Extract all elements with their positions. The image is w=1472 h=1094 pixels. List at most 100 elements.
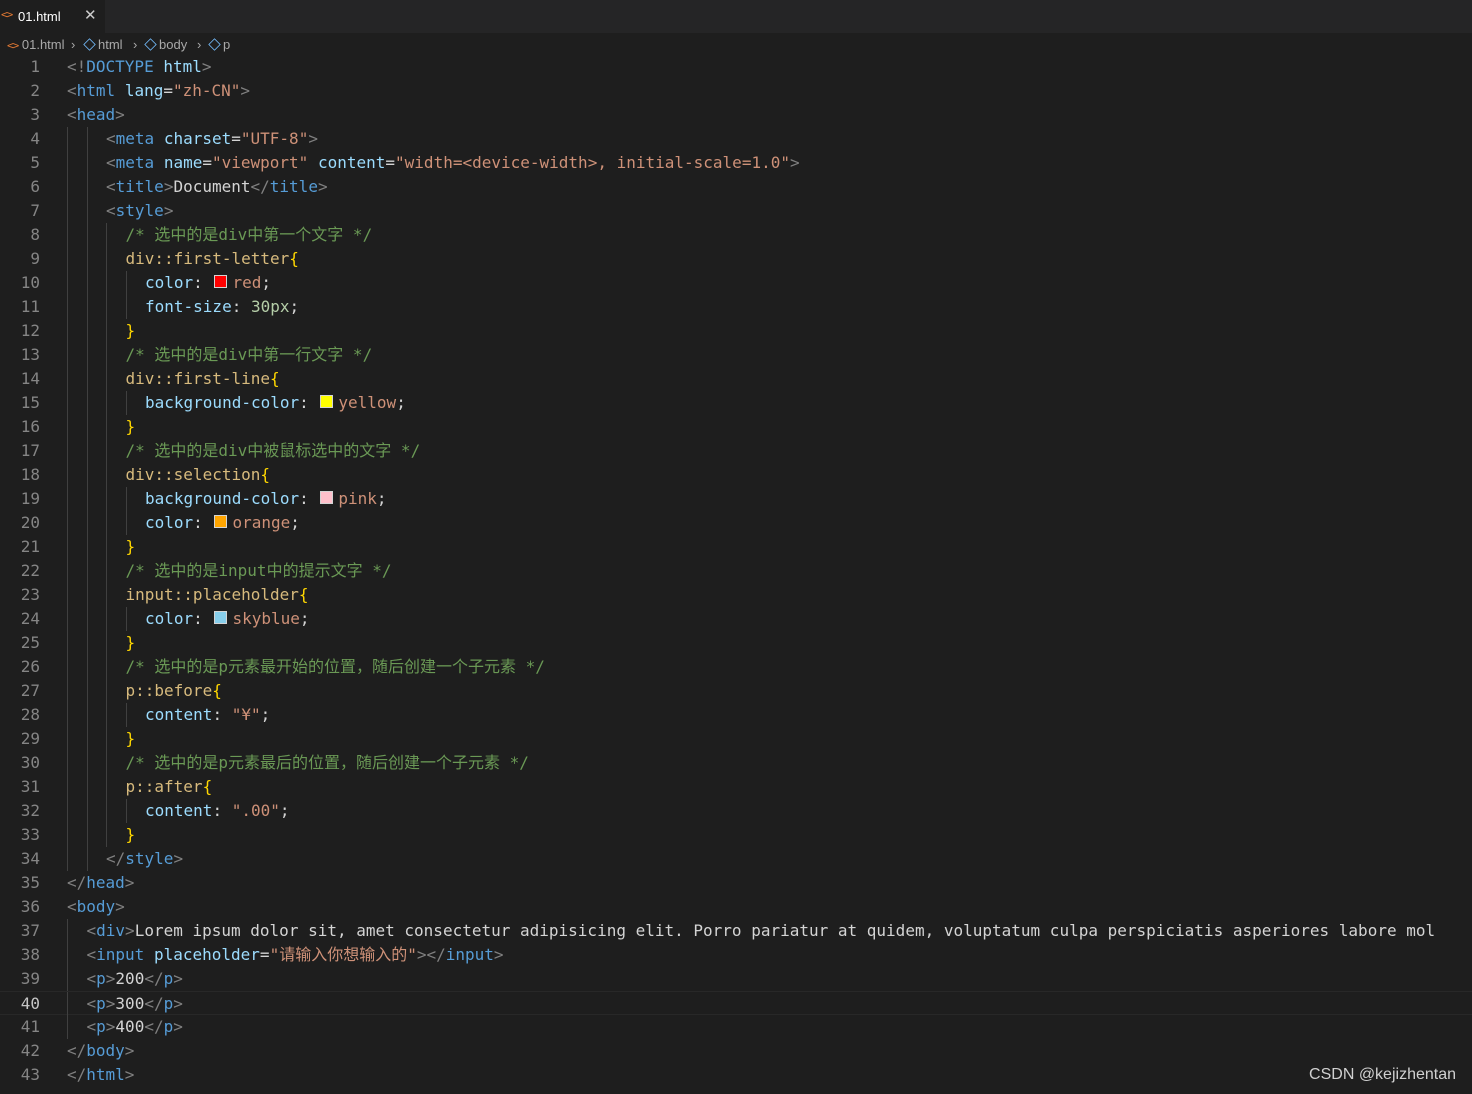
code-line[interactable]: 17 /* 选中的是div中被鼠标选中的文字 */: [0, 439, 1472, 463]
code-line[interactable]: 11 font-size: 30px;: [0, 295, 1472, 319]
code-line[interactable]: 18 div::selection{: [0, 463, 1472, 487]
code-line[interactable]: 23 input::placeholder{: [0, 583, 1472, 607]
tab-01-html[interactable]: <> 01.html ✕: [0, 0, 105, 33]
token: =: [202, 153, 212, 172]
code-text: <div>Lorem ipsum dolor sit, amet consect…: [87, 919, 1436, 943]
indent-guide: [86, 535, 88, 559]
code-line[interactable]: 5 <meta name="viewport" content="width=<d…: [0, 151, 1472, 175]
indent-guide: [86, 151, 88, 175]
code-text: p::after{: [126, 775, 213, 799]
code-line[interactable]: 6 <title>Document</title>: [0, 175, 1472, 199]
breadcrumb-html[interactable]: html: [83, 37, 123, 52]
code-line[interactable]: 19 background-color: pink;: [0, 487, 1472, 511]
token: div: [96, 921, 126, 940]
code-line[interactable]: 3 <head>: [0, 103, 1472, 127]
token: <: [86, 1017, 97, 1036]
indent-guide: [106, 271, 107, 295]
code-line[interactable]: 10 color: red;: [0, 271, 1472, 295]
code-line[interactable]: 38 <input placeholder="请输入你想输入的"></input>: [0, 943, 1472, 967]
code-text: color: red;: [145, 271, 271, 295]
code-line[interactable]: 1 <!DOCTYPE html>: [0, 55, 1472, 79]
code-line[interactable]: 40 <p>300</p>: [0, 991, 1472, 1016]
breadcrumb: <> 01.html › html › body › p: [0, 33, 1472, 55]
line-number: 1: [30, 57, 40, 76]
code-line[interactable]: 7 <style>: [0, 199, 1472, 223]
token: background-color: [145, 489, 300, 508]
code-line[interactable]: 28 content: "¥";: [0, 703, 1472, 727]
token: "请输入你想输入的": [269, 945, 417, 964]
indent-guide: [86, 343, 88, 367]
code-line[interactable]: 21}: [0, 535, 1472, 559]
code-line[interactable]: 36 <body>: [0, 895, 1472, 919]
code-line[interactable]: 15 background-color: yellow;: [0, 391, 1472, 415]
element-icon: [208, 38, 221, 51]
code-line[interactable]: 8 /* 选中的是div中第一个文字 */: [0, 223, 1472, 247]
code-text: <body>: [67, 895, 125, 919]
code-line[interactable]: 41 <p>400</p>: [0, 1015, 1472, 1039]
token: style: [125, 849, 174, 868]
token: =: [231, 129, 241, 148]
code-line[interactable]: 20 color: orange;: [0, 511, 1472, 535]
code-text: }: [126, 535, 136, 559]
token: ;: [279, 801, 290, 820]
color-swatch-skyblue[interactable]: [214, 611, 228, 624]
token: input::placeholder: [125, 585, 299, 604]
code-line[interactable]: 33}: [0, 823, 1472, 847]
code-line[interactable]: 13 /* 选中的是div中第一行文字 */: [0, 343, 1472, 367]
code-line[interactable]: 24 color: skyblue;: [0, 607, 1472, 631]
line-number: 26: [20, 657, 40, 676]
color-swatch-red[interactable]: [214, 275, 228, 288]
indent-guide: [67, 439, 68, 463]
code-line[interactable]: 39 <p>200</p>: [0, 967, 1472, 991]
code-line[interactable]: 2 <html lang="zh-CN">: [0, 79, 1472, 103]
line-number: 35: [20, 873, 40, 892]
token: name: [163, 153, 203, 172]
color-swatch-pink[interactable]: [320, 491, 334, 504]
code-line[interactable]: 12}: [0, 319, 1472, 343]
tab-label: 01.html: [18, 9, 61, 24]
line-number: 14: [20, 369, 40, 388]
token: >: [317, 177, 328, 196]
token: >: [105, 969, 116, 988]
code-line[interactable]: 9 div::first-letter{: [0, 247, 1472, 271]
breadcrumb-p[interactable]: p: [208, 37, 230, 52]
code-editor[interactable]: 1 <!DOCTYPE html> 2 <html lang="zh-CN"> 3 <he…: [0, 55, 1472, 1094]
color-swatch-yellow[interactable]: [320, 395, 334, 408]
indent-guide: [67, 535, 68, 559]
code-line[interactable]: 37 <div>Lorem ipsum dolor sit, amet conse…: [0, 919, 1472, 943]
code-line[interactable]: 26 /* 选中的是p元素最开始的位置，随后创建一个子元素 */: [0, 655, 1472, 679]
code-text: input::placeholder{: [126, 583, 309, 607]
code-line[interactable]: 27 p::before{: [0, 679, 1472, 703]
code-line[interactable]: 31 p::after{: [0, 775, 1472, 799]
token: <: [106, 129, 116, 148]
indent-guide: [67, 511, 68, 535]
token: >: [308, 129, 318, 148]
code-line[interactable]: 34 </style>: [0, 847, 1472, 871]
code-line[interactable]: 43 </html>: [0, 1063, 1472, 1087]
code-line[interactable]: 22 /* 选中的是input中的提示文字 */: [0, 559, 1472, 583]
code-line[interactable]: 42 </body>: [0, 1039, 1472, 1063]
indent-guide: [106, 439, 107, 463]
code-line[interactable]: 35 </head>: [0, 871, 1472, 895]
code-line[interactable]: 29}: [0, 727, 1472, 751]
token: head: [86, 873, 125, 892]
breadcrumb-file[interactable]: <> 01.html: [7, 37, 65, 52]
code-text: <head>: [67, 103, 125, 127]
token: <: [67, 81, 77, 100]
code-line[interactable]: 32 content: ".00";: [0, 799, 1472, 823]
indent-guide: [106, 775, 107, 799]
code-line[interactable]: 16}: [0, 415, 1472, 439]
code-line[interactable]: 25}: [0, 631, 1472, 655]
indent-guide: [86, 439, 88, 463]
close-icon[interactable]: ✕: [84, 6, 97, 24]
color-swatch-orange[interactable]: [214, 515, 228, 528]
line-number: 41: [20, 1017, 40, 1036]
indent-guide: [106, 751, 107, 775]
token: >: [789, 153, 800, 172]
breadcrumb-body[interactable]: body: [144, 37, 187, 52]
line-number: 24: [20, 609, 40, 628]
code-line[interactable]: 30 /* 选中的是p元素最后的位置，随后创建一个子元素 */: [0, 751, 1472, 775]
code-line[interactable]: 4 <meta charset="UTF-8">: [0, 127, 1472, 151]
indent-guide: [86, 271, 88, 295]
code-line[interactable]: 14 div::first-line{: [0, 367, 1472, 391]
